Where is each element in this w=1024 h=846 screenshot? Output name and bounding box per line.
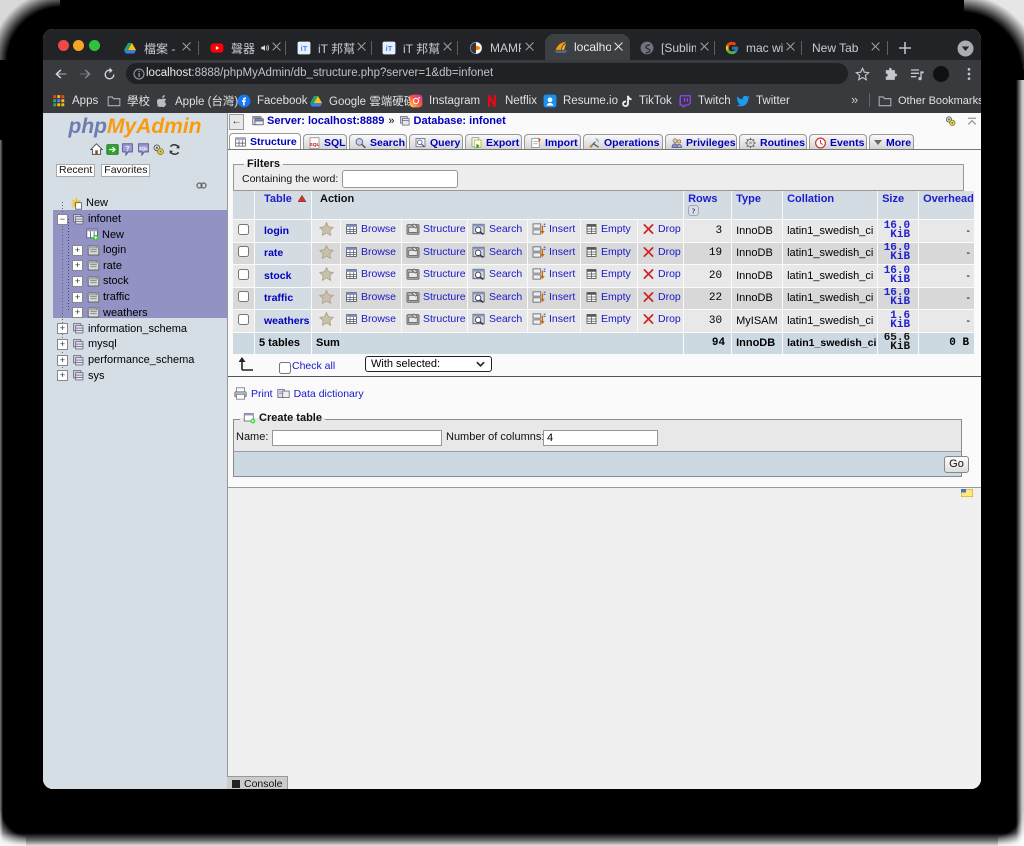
svg-text:SQL: SQL <box>310 142 320 148</box>
svg-text:iT: iT <box>301 44 308 53</box>
svg-text:?: ? <box>692 206 696 215</box>
svg-text:iT: iT <box>386 44 393 53</box>
svg-text:SQL: SQL <box>139 146 148 151</box>
svg-text:?: ? <box>126 145 130 152</box>
